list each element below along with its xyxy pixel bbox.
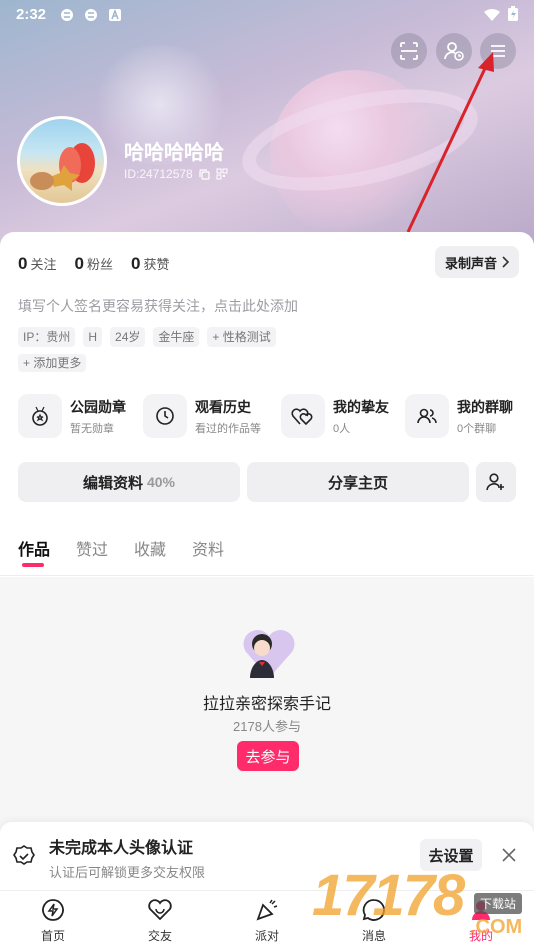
stat-fans[interactable]: 0 粉丝 — [74, 254, 112, 274]
party-popper-icon — [256, 899, 278, 921]
stat-following[interactable]: 0 关注 — [18, 254, 56, 274]
watermark-tag: 下载站 — [474, 893, 523, 914]
signature-input[interactable]: 填写个人签名更容易获得关注，点击此处添加 — [18, 296, 298, 316]
add-user-icon — [486, 473, 504, 491]
edit-profile-button[interactable]: 编辑资料 40% — [18, 462, 240, 502]
tag-personality-test[interactable]: + 性格测试 — [207, 327, 276, 347]
add-more-tags-button[interactable]: + 添加更多 — [18, 354, 87, 372]
content-tabs: 作品 赞过 收藏 资料 — [18, 536, 224, 560]
tag-zodiac: 金牛座 — [153, 327, 200, 347]
feature-best-friends[interactable]: 我的挚友 0人 — [281, 394, 389, 438]
heart-smile-icon — [148, 899, 172, 921]
red-arrow-annotation — [406, 52, 494, 233]
hearts-icon — [291, 408, 313, 426]
profile-completion: 40% — [146, 474, 176, 490]
nav-dating[interactable]: 交友 — [130, 897, 190, 944]
stats-row: 0 关注 0 粉丝 0 获赞 — [18, 254, 169, 274]
tag-ip: IP：贵州 — [18, 327, 76, 347]
verified-badge-icon — [13, 845, 35, 865]
feature-watch-history[interactable]: 观看历史 看过的作品等 — [143, 394, 261, 438]
nav-party[interactable]: 派对 — [237, 897, 297, 944]
tab-works[interactable]: 作品 — [18, 536, 50, 560]
divider — [0, 575, 534, 576]
active-tab-indicator — [22, 563, 44, 567]
tab-favorites[interactable]: 收藏 — [134, 536, 166, 560]
join-button[interactable]: 去参与 — [237, 741, 299, 771]
empty-state-count: 2178人参与 — [233, 719, 301, 734]
empty-state-illustration — [243, 629, 295, 678]
tag-age: 24岁 — [110, 327, 146, 347]
group-icon — [417, 408, 437, 424]
share-homepage-button[interactable]: 分享主页 — [247, 462, 469, 502]
record-voice-button[interactable]: 录制声音 — [435, 246, 519, 278]
close-icon[interactable] — [500, 846, 518, 864]
add-friend-button[interactable] — [476, 462, 516, 502]
nav-home[interactable]: 首页 — [23, 897, 83, 944]
home-bolt-icon — [42, 899, 64, 921]
site-watermark: 17178 — [312, 863, 465, 928]
record-voice-label: 录制声音 — [444, 255, 497, 271]
medal-icon — [32, 406, 48, 426]
feature-park-medals[interactable]: 公园勋章 暂无勋章 — [18, 394, 126, 438]
plus-icon: + — [212, 330, 223, 344]
empty-state-title: 拉拉亲密探索手记 — [202, 696, 331, 713]
banner-subtitle: 认证后可解锁更多交友权限 — [49, 865, 206, 880]
stat-likes[interactable]: 0 获赞 — [131, 254, 169, 274]
tab-liked[interactable]: 赞过 — [76, 536, 108, 560]
tag-list: IP：贵州 H 24岁 金牛座 + 性格测试 — [18, 327, 276, 347]
feature-group-chats[interactable]: 我的群聊 0个群聊 — [405, 394, 513, 438]
banner-title: 未完成本人头像认证 — [49, 840, 194, 857]
clock-icon — [156, 407, 174, 425]
plus-icon: + — [23, 356, 34, 370]
feature-grid: 公园勋章 暂无勋章 观看历史 看过的作品等 我的挚友 0人 我的群聊 0个群聊 — [18, 394, 518, 440]
chevron-right-icon — [502, 256, 509, 268]
tab-profile-info[interactable]: 资料 — [192, 536, 224, 560]
watermark-domain: .COM — [470, 916, 523, 938]
tag-gender: H — [83, 327, 103, 347]
